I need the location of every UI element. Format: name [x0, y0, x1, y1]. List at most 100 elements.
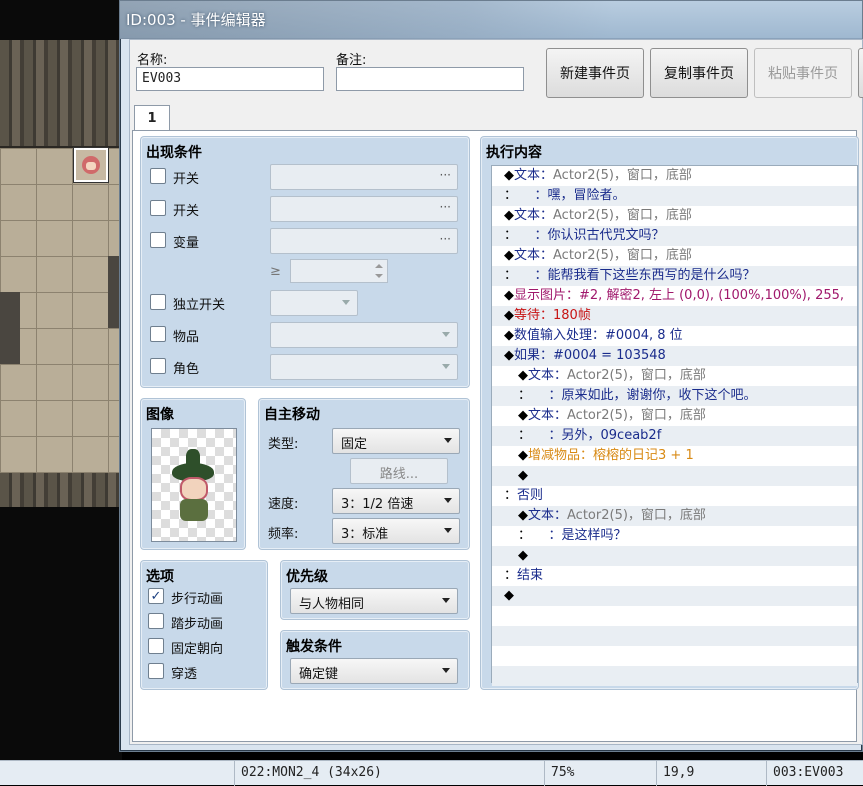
- type-value: 固定: [341, 437, 368, 452]
- command-args: Actor2(5)，窗口，底部: [553, 168, 692, 183]
- command-row[interactable]: ：结束: [492, 566, 857, 586]
- command-row[interactable]: [492, 646, 857, 666]
- command-prefix: ：: [504, 488, 518, 503]
- self-switch-select[interactable]: [270, 290, 358, 316]
- direction-fix-checkbox[interactable]: [148, 638, 164, 654]
- switch2-select[interactable]: ···: [270, 196, 458, 222]
- variable-value-spinner[interactable]: [290, 259, 388, 283]
- switch1-checkbox[interactable]: [150, 168, 166, 184]
- actor-select[interactable]: [270, 354, 458, 380]
- speed-select[interactable]: 3：1/2 倍速: [332, 488, 460, 514]
- command-name: 结束: [517, 568, 544, 583]
- command-prefix: ：: [504, 568, 518, 583]
- command-row[interactable]: [492, 626, 857, 646]
- command-args: ：嘿，冒险者。: [534, 188, 626, 203]
- command-args: ：原来如此，谢谢你，收下这个吧。: [548, 388, 757, 403]
- command-prefix: ◆: [518, 448, 528, 463]
- command-row[interactable]: [492, 606, 857, 626]
- command-row[interactable]: ： ：嘿，冒险者。: [492, 186, 857, 206]
- trigger-select[interactable]: 确定键: [290, 658, 458, 684]
- variable-select[interactable]: ···: [270, 228, 458, 254]
- item-select[interactable]: [270, 322, 458, 348]
- command-args: Actor2(5)，窗口，底部: [553, 248, 692, 263]
- command-prefix: ◆: [518, 468, 528, 483]
- copy-page-button[interactable]: 复制事件页: [650, 48, 748, 98]
- options-title: 选项: [146, 569, 174, 585]
- command-args: ：是这样吗？: [548, 528, 627, 543]
- name-field[interactable]: EV003: [136, 67, 324, 91]
- spin-down-icon[interactable]: [375, 274, 383, 278]
- direction-fix-label: 固定朝向: [171, 642, 224, 657]
- route-button[interactable]: 路线...: [350, 458, 448, 484]
- status-bar: 022:MON2_4 (34x26) 75% 19,9 003:EV003: [0, 760, 863, 786]
- event-image-preview[interactable]: [151, 428, 237, 542]
- variable-checkbox[interactable]: [150, 232, 166, 248]
- command-args: Actor2(5)，窗口，底部: [567, 508, 706, 523]
- conditions-group: 出现条件 开关 ··· 开关 ··· 变量 ··· ≥ 独立开关 物品 角色: [141, 137, 469, 387]
- command-row[interactable]: ◆文本：Actor2(5)，窗口，底部: [492, 506, 857, 526]
- type-select[interactable]: 固定: [332, 428, 460, 454]
- command-row[interactable]: ： ：另外，09ceab2f: [492, 426, 857, 446]
- speed-value: 3：1/2 倍速: [341, 497, 414, 512]
- command-name: 文本：: [528, 408, 568, 423]
- new-page-button[interactable]: 新建事件页: [546, 48, 644, 98]
- walking-anim-checkbox[interactable]: ✓: [148, 588, 164, 604]
- command-row[interactable]: ◆增减物品：榕榕的日记3 + 1: [492, 446, 857, 466]
- item-checkbox[interactable]: [150, 326, 166, 342]
- command-row[interactable]: ◆文本：Actor2(5)，窗口，底部: [492, 206, 857, 226]
- command-prefix: ◆: [504, 328, 514, 343]
- character-face: [180, 477, 208, 501]
- event-editor-window: ID:003 - 事件编辑器 名称: EV003 备注: 新建事件页 复制事件页…: [119, 0, 863, 752]
- through-checkbox[interactable]: [148, 663, 164, 679]
- switch2-checkbox[interactable]: [150, 200, 166, 216]
- character-head: [82, 156, 100, 174]
- paste-page-button[interactable]: 粘贴事件页: [754, 48, 852, 98]
- chevron-down-icon: [444, 498, 452, 503]
- map-view[interactable]: [0, 0, 122, 760]
- stepping-anim-checkbox[interactable]: [148, 613, 164, 629]
- command-row[interactable]: ： ：你认识古代咒文吗？: [492, 226, 857, 246]
- command-row[interactable]: ◆文本：Actor2(5)，窗口，底部: [492, 246, 857, 266]
- chevron-down-icon: [444, 438, 452, 443]
- command-prefix: ：: [504, 228, 511, 243]
- command-row[interactable]: ◆文本：Actor2(5)，窗口，底部: [492, 406, 857, 426]
- command-prefix: ◆: [504, 588, 514, 603]
- map-event-sprite[interactable]: [73, 147, 109, 183]
- tab-page-1[interactable]: 1: [134, 105, 170, 131]
- command-row[interactable]: ◆: [492, 586, 857, 606]
- command-prefix: ◆: [518, 368, 528, 383]
- command-row[interactable]: ： ：是这样吗？: [492, 526, 857, 546]
- command-row[interactable]: ： ：能帮我看下这些东西写的是什么吗？: [492, 266, 857, 286]
- command-row[interactable]: ： ：原来如此，谢谢你，收下这个吧。: [492, 386, 857, 406]
- self-switch-checkbox[interactable]: [150, 294, 166, 310]
- command-row[interactable]: ◆等待：180帧: [492, 306, 857, 326]
- priority-value: 与人物相同: [299, 597, 365, 612]
- more-button[interactable]: [858, 48, 863, 98]
- command-row[interactable]: ：否则: [492, 486, 857, 506]
- type-label: 类型:: [268, 437, 299, 452]
- frequency-select[interactable]: 3：标准: [332, 518, 460, 544]
- spin-up-icon[interactable]: [375, 264, 383, 268]
- command-row[interactable]: ◆: [492, 466, 857, 486]
- command-row[interactable]: ◆如果：#0004 = 103548: [492, 346, 857, 366]
- note-field[interactable]: [336, 67, 524, 91]
- actor-checkbox[interactable]: [150, 358, 166, 374]
- trigger-group: 触发条件 确定键: [281, 631, 469, 689]
- walking-anim-label: 步行动画: [171, 592, 224, 607]
- command-row[interactable]: ◆数值输入处理：#0004, 8 位: [492, 326, 857, 346]
- variable-label: 变量: [173, 236, 200, 251]
- command-row[interactable]: ◆显示图片：#2, 解密2, 左上 (0,0), (100%,100%), 25…: [492, 286, 857, 306]
- command-row[interactable]: ◆: [492, 546, 857, 566]
- window-titlebar[interactable]: ID:003 - 事件编辑器: [120, 1, 862, 39]
- command-prefix: ：: [518, 528, 525, 543]
- command-row[interactable]: ◆文本：Actor2(5)，窗口，底部: [492, 366, 857, 386]
- command-row[interactable]: [492, 666, 857, 686]
- command-row[interactable]: ◆文本：Actor2(5)，窗口，底部: [492, 166, 857, 186]
- priority-select[interactable]: 与人物相同: [290, 588, 458, 614]
- switch1-select[interactable]: ···: [270, 164, 458, 190]
- command-name: 如果：: [514, 348, 554, 363]
- command-name: 文本：: [528, 368, 568, 383]
- chevron-down-icon: [442, 668, 450, 673]
- map-wall: [0, 473, 122, 507]
- command-list[interactable]: ◆文本：Actor2(5)，窗口，底部：：嘿，冒险者。 ◆文本：Actor2(5)…: [491, 165, 858, 686]
